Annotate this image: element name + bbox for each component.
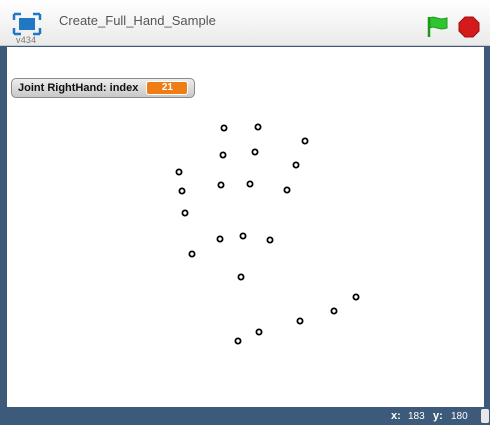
- joint-marker: [237, 273, 245, 281]
- joint-marker: [330, 307, 338, 315]
- fullscreen-icon[interactable]: [12, 12, 42, 36]
- mouse-y-label: y:: [433, 410, 443, 422]
- joint-marker: [266, 236, 274, 244]
- joint-marker: [251, 148, 259, 156]
- joint-marker: [352, 293, 360, 301]
- mouse-x-value: 183: [408, 411, 425, 422]
- resize-handle[interactable]: [481, 409, 489, 423]
- player-window: v434 Create_Full_Hand_Sample Joint Right…: [0, 0, 490, 425]
- mouse-y-value: 180: [451, 411, 468, 422]
- joint-marker: [283, 186, 291, 194]
- joint-marker: [188, 250, 196, 258]
- status-bar: x: 183 y: 180: [0, 407, 490, 425]
- joint-marker: [296, 317, 304, 325]
- joint-marker: [255, 328, 263, 336]
- title-bar: v434 Create_Full_Hand_Sample: [0, 0, 490, 46]
- stage-canvas[interactable]: Joint RightHand: index 21: [7, 47, 484, 407]
- joint-marker: [301, 137, 309, 145]
- joint-marker: [216, 235, 224, 243]
- version-label: v434: [16, 35, 37, 45]
- joint-marker: [175, 168, 183, 176]
- joint-marker: [219, 151, 227, 159]
- hand-joints: [175, 123, 360, 345]
- joint-marker: [239, 232, 247, 240]
- stop-sign-icon[interactable]: [458, 16, 480, 38]
- joint-marker: [246, 180, 254, 188]
- joint-marker: [254, 123, 262, 131]
- joint-marker: [234, 337, 242, 345]
- joint-marker: [217, 181, 225, 189]
- joint-marker: [220, 124, 228, 132]
- project-title: Create_Full_Hand_Sample: [59, 13, 216, 28]
- mouse-x-label: x:: [391, 410, 401, 422]
- joint-marker: [178, 187, 186, 195]
- joint-marker: [292, 161, 300, 169]
- green-flag-icon[interactable]: [425, 14, 449, 38]
- joint-marker: [181, 209, 189, 217]
